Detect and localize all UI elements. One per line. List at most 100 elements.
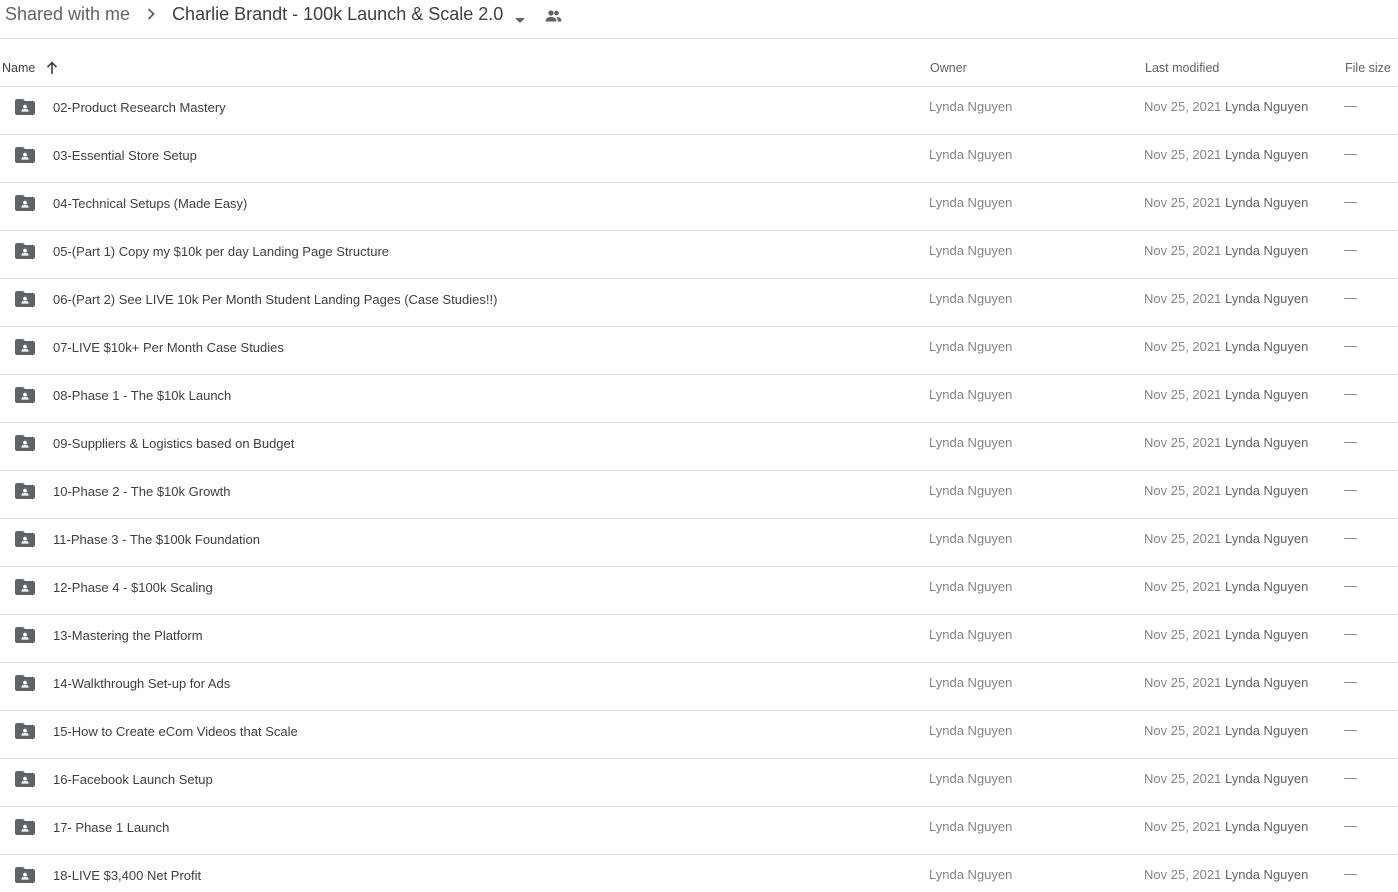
file-owner: Lynda Nguyen (929, 579, 1013, 594)
shared-folder-icon (15, 867, 35, 883)
file-modified-by: Lynda Nguyen (1225, 675, 1309, 690)
people-icon[interactable] (545, 9, 562, 22)
file-size: — (1344, 194, 1357, 209)
file-owner: Lynda Nguyen (929, 531, 1013, 546)
file-row[interactable]: 04-Technical Setups (Made Easy) Lynda Ngu… (0, 183, 1398, 231)
breadcrumb-current-folder[interactable]: Charlie Brandt - 100k Launch & Scale 2.0 (172, 2, 503, 26)
file-row[interactable]: 03-Essential Store Setup Lynda Nguyen Nov … (0, 135, 1398, 183)
file-modified-by: Lynda Nguyen (1225, 531, 1309, 546)
shared-folder-icon (15, 99, 35, 115)
file-row[interactable]: 14-Walkthrough Set-up for Ads Lynda Nguye… (0, 663, 1398, 711)
file-name: 11-Phase 3 - The $100k Foundation (53, 532, 260, 547)
file-name: 03-Essential Store Setup (53, 148, 197, 163)
file-owner: Lynda Nguyen (929, 339, 1013, 354)
file-size: — (1344, 98, 1357, 113)
file-name: 10-Phase 2 - The $10k Growth (53, 484, 231, 499)
arrow-up-icon[interactable] (46, 61, 58, 75)
file-size: — (1344, 242, 1357, 257)
file-name: 15-How to Create eCom Videos that Scale (53, 724, 298, 739)
shared-folder-icon (15, 675, 35, 691)
breadcrumb-shared-with-me[interactable]: Shared with me (5, 2, 130, 26)
file-size: — (1344, 290, 1357, 305)
file-modified-date: Nov 25, 2021 (1144, 291, 1222, 306)
shared-folder-icon (15, 771, 35, 787)
file-modified-date: Nov 25, 2021 (1144, 147, 1222, 162)
file-name: 13-Mastering the Platform (53, 628, 203, 643)
file-name: 17- Phase 1 Launch (53, 820, 170, 835)
file-modified-date: Nov 25, 2021 (1144, 675, 1222, 690)
file-owner: Lynda Nguyen (929, 771, 1013, 786)
file-size: — (1344, 626, 1357, 641)
file-modified-by: Lynda Nguyen (1225, 723, 1309, 738)
file-modified-by: Lynda Nguyen (1225, 819, 1309, 834)
file-owner: Lynda Nguyen (929, 291, 1013, 306)
file-modified-date: Nov 25, 2021 (1144, 99, 1222, 114)
file-name: 14-Walkthrough Set-up for Ads (53, 676, 231, 691)
file-size: — (1344, 722, 1357, 737)
file-row[interactable]: 11-Phase 3 - The $100k Foundation Lynda N… (0, 519, 1398, 567)
column-header-row: Name Owner Last modified File size (0, 39, 1398, 87)
file-modified-date: Nov 25, 2021 (1144, 771, 1222, 786)
file-modified-by: Lynda Nguyen (1225, 867, 1309, 882)
file-size: — (1344, 146, 1357, 161)
file-row[interactable]: 13-Mastering the Platform Lynda Nguyen Nov… (0, 615, 1398, 663)
file-owner: Lynda Nguyen (929, 627, 1013, 642)
file-row[interactable]: 09-Suppliers & Logistics based on Budget… (0, 423, 1398, 471)
file-row[interactable]: 08-Phase 1 - The $10k Launch Lynda Nguyen… (0, 375, 1398, 423)
file-modified-date: Nov 25, 2021 (1144, 723, 1222, 738)
file-modified-by: Lynda Nguyen (1225, 627, 1309, 642)
file-name: 05-(Part 1) Copy my $10k per day Landing… (53, 244, 390, 259)
file-owner: Lynda Nguyen (929, 435, 1013, 450)
file-row[interactable]: 16-Facebook Launch Setup Lynda Nguyen Nov … (0, 759, 1398, 807)
shared-folder-icon (15, 435, 35, 451)
shared-folder-icon (15, 819, 35, 835)
file-owner: Lynda Nguyen (929, 387, 1013, 402)
breadcrumb: Shared with me Charlie Brandt - 100k Lau… (0, 0, 1398, 39)
file-owner: Lynda Nguyen (929, 723, 1013, 738)
file-row[interactable]: 18-LIVE $3,400 Net Profit Lynda Nguyen Nov… (0, 855, 1398, 892)
chevron-right-icon (146, 7, 156, 21)
file-modified-by: Lynda Nguyen (1225, 195, 1309, 210)
file-row[interactable]: 17- Phase 1 Launch Lynda Nguyen Nov 25, 20… (0, 807, 1398, 855)
shared-folder-icon (15, 387, 35, 403)
file-owner: Lynda Nguyen (929, 99, 1013, 114)
file-size: — (1344, 770, 1357, 785)
file-modified-date: Nov 25, 2021 (1144, 819, 1222, 834)
file-size: — (1344, 674, 1357, 689)
shared-folder-icon (15, 579, 35, 595)
file-modified-date: Nov 25, 2021 (1144, 483, 1222, 498)
file-modified-date: Nov 25, 2021 (1144, 435, 1222, 450)
file-modified-date: Nov 25, 2021 (1144, 579, 1222, 594)
column-header-last-modified[interactable]: Last modified (1145, 60, 1219, 76)
file-row[interactable]: 10-Phase 2 - The $10k Growth Lynda Nguyen… (0, 471, 1398, 519)
file-list: 02-Product Research Mastery Lynda Nguyen N… (0, 87, 1398, 892)
file-owner: Lynda Nguyen (929, 819, 1013, 834)
file-row[interactable]: 07-LIVE $10k+ Per Month Case Studies Lynd… (0, 327, 1398, 375)
file-modified-by: Lynda Nguyen (1225, 387, 1309, 402)
file-row[interactable]: 06-(Part 2) See LIVE 10k Per Month Stude… (0, 279, 1398, 327)
file-row[interactable]: 15-How to Create eCom Videos that Scale L… (0, 711, 1398, 759)
file-size: — (1344, 866, 1357, 881)
shared-folder-icon (15, 147, 35, 163)
file-name: 06-(Part 2) See LIVE 10k Per Month Stude… (53, 292, 498, 307)
file-modified-date: Nov 25, 2021 (1144, 339, 1222, 354)
caret-down-icon[interactable] (515, 11, 526, 23)
file-name: 08-Phase 1 - The $10k Launch (53, 388, 232, 403)
shared-folder-icon (15, 723, 35, 739)
file-modified-by: Lynda Nguyen (1225, 483, 1309, 498)
shared-folder-icon (15, 195, 35, 211)
file-size: — (1344, 818, 1357, 833)
file-size: — (1344, 530, 1357, 545)
file-name: 12-Phase 4 - $100k Scaling (53, 580, 213, 595)
file-name: 16-Facebook Launch Setup (53, 772, 213, 787)
file-modified-by: Lynda Nguyen (1225, 579, 1309, 594)
file-owner: Lynda Nguyen (929, 675, 1013, 690)
file-owner: Lynda Nguyen (929, 195, 1013, 210)
file-row[interactable]: 05-(Part 1) Copy my $10k per day Landing… (0, 231, 1398, 279)
file-modified-date: Nov 25, 2021 (1144, 243, 1222, 258)
column-header-name[interactable]: Name (2, 60, 58, 76)
file-row[interactable]: 12-Phase 4 - $100k Scaling Lynda Nguyen No… (0, 567, 1398, 615)
file-row[interactable]: 02-Product Research Mastery Lynda Nguyen N… (0, 87, 1398, 135)
file-owner: Lynda Nguyen (929, 243, 1013, 258)
file-modified-date: Nov 25, 2021 (1144, 531, 1222, 546)
